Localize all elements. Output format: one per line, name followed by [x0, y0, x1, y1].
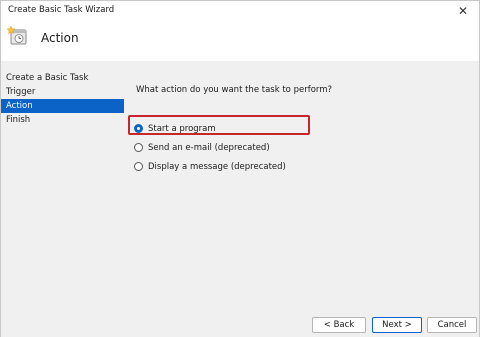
send-email-radio[interactable] [134, 143, 143, 152]
wizard-steps-sidebar: Create a Basic Task Trigger Action Finis… [1, 71, 124, 127]
back-button[interactable]: < Back [312, 317, 366, 333]
wizard-window: Create Basic Task Wizard ✕ Action Create… [0, 0, 480, 337]
start-program-option[interactable]: Start a program [134, 119, 286, 138]
sidebar-item-create-basic-task[interactable]: Create a Basic Task [1, 71, 124, 85]
start-program-label: Start a program [148, 123, 216, 134]
window-title: Create Basic Task Wizard [8, 5, 115, 15]
action-question: What action do you want the task to perf… [136, 85, 333, 95]
display-message-radio[interactable] [134, 162, 143, 171]
page-title: Action [41, 31, 79, 45]
sidebar-item-action[interactable]: Action [1, 99, 124, 113]
close-button[interactable]: ✕ [447, 1, 479, 21]
start-program-radio[interactable] [134, 124, 143, 133]
send-email-option[interactable]: Send an e-mail (deprecated) [134, 138, 286, 157]
next-button[interactable]: Next > [372, 317, 422, 333]
cancel-button[interactable]: Cancel [427, 317, 477, 333]
display-message-option[interactable]: Display a message (deprecated) [134, 157, 286, 176]
action-options: Start a program Send an e-mail (deprecat… [134, 119, 286, 176]
display-message-label: Display a message (deprecated) [148, 161, 286, 172]
wizard-body: Create a Basic Task Trigger Action Finis… [1, 61, 479, 337]
send-email-label: Send an e-mail (deprecated) [148, 142, 270, 153]
wizard-header: Action [1, 21, 479, 61]
sidebar-item-finish[interactable]: Finish [1, 113, 124, 127]
close-icon: ✕ [457, 4, 469, 18]
task-scheduler-clock-icon [7, 25, 27, 45]
title-bar: Create Basic Task Wizard ✕ [1, 1, 479, 21]
sidebar-item-trigger[interactable]: Trigger [1, 85, 124, 99]
